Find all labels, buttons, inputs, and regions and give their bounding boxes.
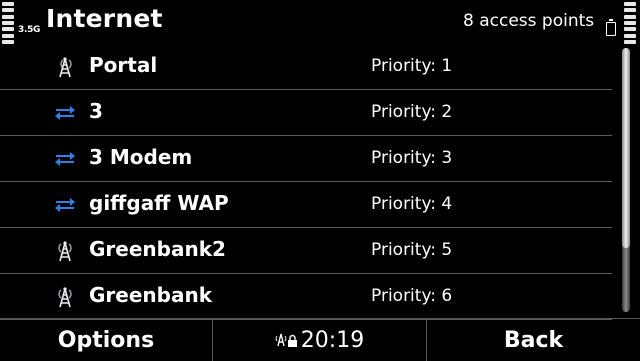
tower-icon <box>59 57 72 78</box>
packet-data-icon <box>55 152 75 166</box>
network-type-indicator: 3.5G <box>18 25 41 35</box>
battery-level-icon <box>624 2 638 44</box>
access-point-name: giffgaff WAP <box>89 191 229 215</box>
access-point-priority: Priority: 5 <box>371 240 453 260</box>
access-point-priority: Priority: 3 <box>371 148 453 168</box>
list-item[interactable]: Greenbank Priority: 6 <box>0 274 612 320</box>
clock-time: 20:19 <box>300 327 365 353</box>
clock-softkey[interactable]: 20:19 <box>213 319 427 361</box>
back-softkey[interactable]: Back <box>427 319 640 361</box>
access-point-priority: Priority: 1 <box>371 56 453 76</box>
access-point-name: Greenbank2 <box>89 237 226 261</box>
list-item[interactable]: giffgaff WAP Priority: 4 <box>0 182 612 228</box>
list-scrollbar[interactable] <box>622 48 630 312</box>
tower-icon <box>58 287 72 308</box>
connection-lock-icon <box>275 332 299 348</box>
access-point-priority: Priority: 6 <box>371 286 453 306</box>
list-item[interactable]: 3 Modem Priority: 3 <box>0 136 612 182</box>
access-point-priority: Priority: 2 <box>371 102 453 122</box>
options-softkey[interactable]: Options <box>0 319 213 361</box>
tower-icon <box>58 241 72 262</box>
access-point-name: Greenbank <box>89 283 212 307</box>
scrollbar-thumb[interactable] <box>622 48 630 248</box>
access-point-count: 8 access points <box>463 11 595 31</box>
softkey-bar: Options 20:19 Back <box>0 318 640 361</box>
access-point-name: 3 Modem <box>89 145 193 169</box>
list-item[interactable]: Greenbank2 Priority: 5 <box>0 228 612 274</box>
access-point-name: Portal <box>89 53 158 77</box>
list-item[interactable]: Portal Priority: 1 <box>0 44 612 90</box>
signal-strength-icon <box>2 2 16 44</box>
list-item[interactable]: 3 Priority: 2 <box>0 90 612 136</box>
access-point-priority: Priority: 4 <box>371 194 453 214</box>
battery-icon <box>606 19 616 36</box>
access-point-name: 3 <box>89 99 103 123</box>
packet-data-icon <box>55 106 75 120</box>
access-point-list: Portal Priority: 1 3 Priority: 2 3 Modem… <box>0 44 614 320</box>
page-title: Internet <box>46 4 163 33</box>
status-bar: 3.5G Internet 8 access points <box>0 0 640 46</box>
packet-data-icon <box>55 198 75 212</box>
